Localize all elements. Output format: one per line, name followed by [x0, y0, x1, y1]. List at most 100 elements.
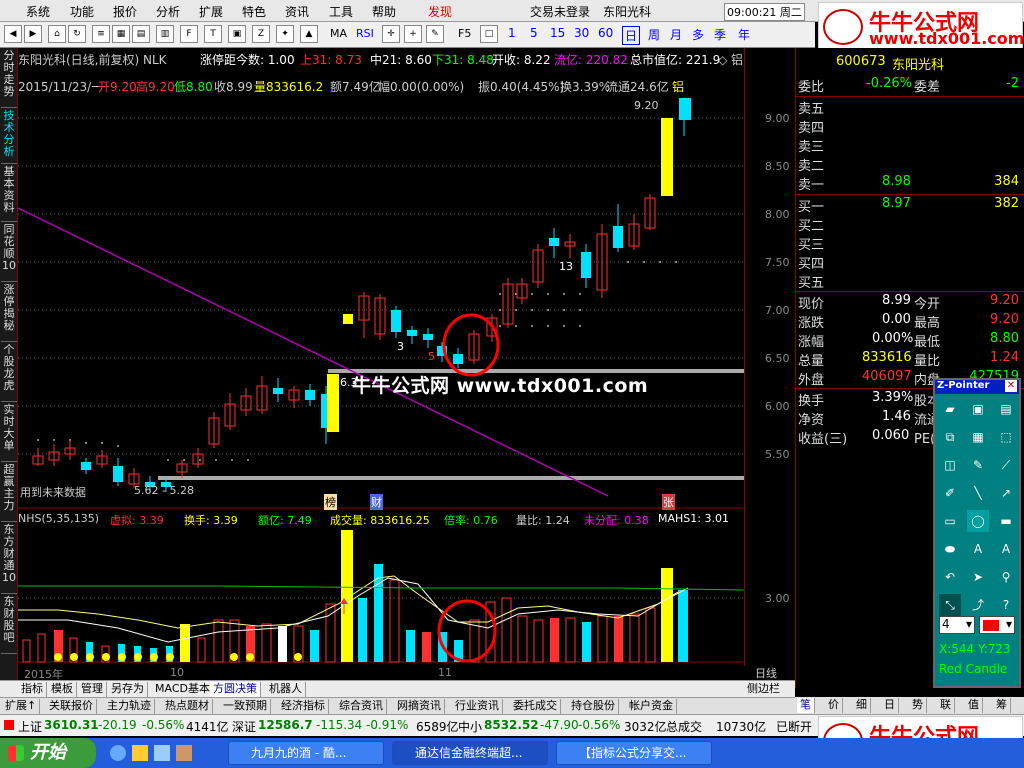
- period-15min[interactable]: 15: [550, 26, 565, 40]
- tab-eastmoney10[interactable]: 东方财通10: [1, 524, 17, 594]
- screen-icon[interactable]: ▤: [995, 398, 1017, 420]
- tab-big-orders[interactable]: 实时大单: [1, 404, 17, 462]
- menu-system[interactable]: 系统: [26, 3, 50, 20]
- arrow-line-icon[interactable]: ↗: [995, 482, 1017, 504]
- undo-icon[interactable]: ↶: [939, 566, 961, 588]
- period-30min[interactable]: 30: [574, 26, 589, 40]
- tab-orders[interactable]: 委托成交: [510, 699, 561, 714]
- buy1-row[interactable]: 买一 8.97 382: [798, 196, 1023, 215]
- tab-save-as[interactable]: 另存为: [108, 682, 148, 697]
- taskbar-item[interactable]: 【指标公式分享交...: [556, 741, 712, 765]
- tools-icon[interactable]: ▲: [300, 25, 318, 43]
- menu-quote[interactable]: 报价: [113, 3, 137, 20]
- rtab-link[interactable]: 联: [937, 698, 955, 713]
- close-icon[interactable]: ✕: [1005, 380, 1017, 392]
- rect-icon[interactable]: ▭: [939, 510, 961, 532]
- tab-main-track[interactable]: 主力轨迹: [104, 699, 155, 714]
- tab-dragon-tiger[interactable]: 个股龙虎: [1, 344, 17, 402]
- fz-icon[interactable]: Z: [252, 25, 270, 43]
- period-multi[interactable]: 多: [692, 26, 704, 43]
- rtab-trend[interactable]: 势: [909, 698, 927, 713]
- line-icon[interactable]: ╲: [967, 482, 989, 504]
- move-icon[interactable]: ⤡: [939, 594, 961, 616]
- period-1min[interactable]: 1: [508, 26, 516, 40]
- filled-rect-icon[interactable]: ▬: [995, 510, 1017, 532]
- taskbar-item[interactable]: 通达信金融终端超...: [392, 741, 548, 765]
- menu-help[interactable]: 帮助: [372, 3, 396, 20]
- taskbar-item[interactable]: 九月九的酒 - 酷...: [228, 741, 384, 765]
- tab-positions[interactable]: 持仓股份: [568, 699, 619, 714]
- help-icon[interactable]: ?: [995, 594, 1017, 616]
- f10-icon[interactable]: F: [180, 25, 198, 43]
- tab-limit-up[interactable]: 涨停揭秘: [1, 284, 17, 342]
- tab-template[interactable]: 模板: [48, 682, 77, 697]
- period-month[interactable]: 月: [670, 26, 682, 43]
- tab-industry-news[interactable]: 行业资讯: [452, 699, 503, 714]
- period-quarter[interactable]: 季: [714, 26, 726, 43]
- menu-news[interactable]: 资讯: [285, 3, 309, 20]
- menu-extend[interactable]: 扩展: [199, 3, 223, 20]
- marker-icon[interactable]: ✎: [967, 454, 989, 476]
- tag-bang[interactable]: 榜: [324, 494, 337, 510]
- tab-fundamentals[interactable]: 基本资料: [1, 166, 17, 222]
- menu-discover[interactable]: 发现: [428, 3, 452, 20]
- menu-function[interactable]: 功能: [70, 3, 94, 20]
- text-fill-icon[interactable]: A: [995, 538, 1017, 560]
- zoom-in-icon[interactable]: +: [404, 25, 422, 43]
- ie-icon[interactable]: [110, 745, 126, 761]
- start-button[interactable]: 开始: [0, 738, 96, 768]
- tab-intraday[interactable]: 分时走势: [1, 50, 17, 108]
- rtab-chips[interactable]: 筹: [993, 698, 1011, 713]
- ma-button[interactable]: MA: [330, 27, 347, 40]
- filled-ellipse-icon[interactable]: ⬬: [939, 538, 961, 560]
- period-week[interactable]: 周: [648, 26, 660, 43]
- z-pointer-toolbox[interactable]: Z-Pointer ✕ ▰ ▣ ▤ ⧉ ▦ ⬚ ◫ ✎ ⟋ ✐ ╲ ↗ ▭ ◯ …: [933, 378, 1021, 688]
- back-icon[interactable]: ◀: [4, 25, 22, 43]
- grid-icon[interactable]: ▦: [112, 25, 130, 43]
- pen-size-select[interactable]: 4 ▾: [939, 616, 975, 634]
- select-rect-icon[interactable]: ⬚: [995, 426, 1017, 448]
- list-icon[interactable]: ≡: [92, 25, 110, 43]
- tab-macd[interactable]: MACD基本: [152, 682, 214, 697]
- tab-forum[interactable]: 东财股吧: [1, 596, 17, 654]
- bar-icon[interactable]: ▥: [156, 25, 174, 43]
- crosshair-icon[interactable]: ✛: [382, 25, 400, 43]
- ellipse-icon[interactable]: ◯: [967, 510, 989, 532]
- save-icon[interactable]: ▣: [967, 398, 989, 420]
- menu-special[interactable]: 特色: [242, 3, 266, 20]
- tab-funds[interactable]: 帐户资金: [626, 699, 677, 714]
- period-60min[interactable]: 60: [598, 26, 613, 40]
- chart-area[interactable]: 东阳光科(日线,前复权) NLK 涨停距今数: 1.00 上31: 8.73 中…: [18, 48, 744, 681]
- tab-manage[interactable]: 管理: [78, 682, 107, 697]
- tab-consensus[interactable]: 一致预期: [220, 699, 271, 714]
- bounce-icon[interactable]: ⤴: [967, 594, 989, 616]
- tag-zhang[interactable]: 张: [662, 494, 675, 510]
- zoom-icon[interactable]: ⚲: [995, 566, 1017, 588]
- tab-main-force[interactable]: 超赢主力: [1, 464, 17, 522]
- sidebar-toggle[interactable]: 侧边栏: [744, 682, 783, 697]
- copy-icon[interactable]: ⧉: [939, 426, 961, 448]
- tab-hot-topics[interactable]: 热点题材: [162, 699, 213, 714]
- refresh-icon[interactable]: ↻: [68, 25, 86, 43]
- tab-ths10[interactable]: 同花顺10: [1, 224, 17, 282]
- color-select[interactable]: ▾: [979, 616, 1015, 634]
- grid-tool-icon[interactable]: ▦: [967, 426, 989, 448]
- pointer-icon[interactable]: ➤: [967, 566, 989, 588]
- tab-extend[interactable]: 扩展↑: [2, 699, 41, 714]
- f7-icon[interactable]: ▣: [228, 25, 246, 43]
- tab-technical[interactable]: 技术分析: [1, 110, 17, 164]
- app-icon[interactable]: [176, 745, 192, 761]
- rsi-button[interactable]: RSI: [356, 27, 374, 40]
- tab-economy[interactable]: 经济指标: [278, 699, 329, 714]
- folder-icon[interactable]: [132, 745, 148, 761]
- rtab-detail[interactable]: 细: [853, 698, 871, 713]
- tab-indicator[interactable]: 指标: [18, 682, 47, 697]
- rtab-price[interactable]: 价: [825, 698, 843, 713]
- f5-button[interactable]: F5: [458, 27, 471, 40]
- period-year[interactable]: 年: [738, 26, 750, 43]
- home-icon[interactable]: ⌂: [48, 25, 66, 43]
- pencil-icon[interactable]: ✎: [426, 25, 444, 43]
- ft-icon[interactable]: T: [204, 25, 222, 43]
- desktop-icon[interactable]: [154, 745, 170, 761]
- tag-cai[interactable]: 财: [370, 494, 383, 510]
